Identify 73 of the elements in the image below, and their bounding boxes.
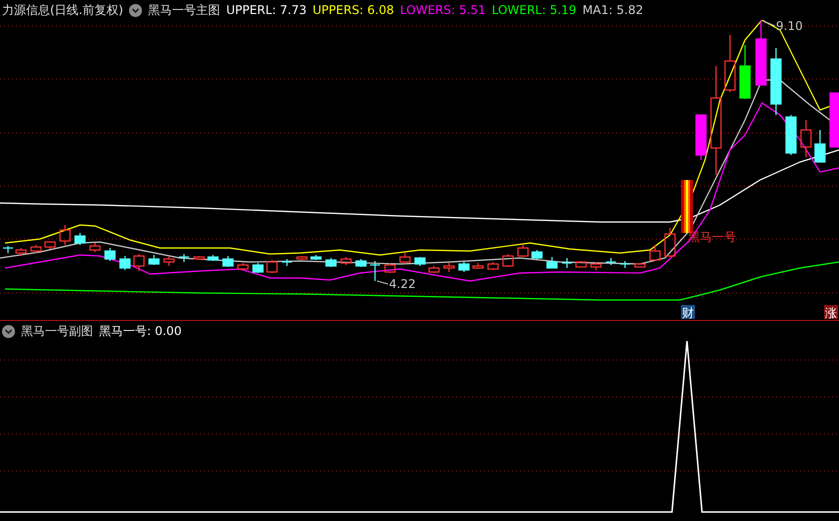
indicator-value: LOWERS: 5.51 [400,3,486,17]
candlestick [89,243,101,252]
signal-bar [681,180,693,233]
candlestick [207,255,219,261]
candlestick [724,35,736,92]
candlestick [74,233,86,245]
candlestick [562,258,572,268]
candlestick [695,114,707,160]
candlestick [163,256,175,266]
price-annotation: 4.22 [389,277,416,291]
candlestick [310,255,322,260]
indicator-value: UPPERS: 6.08 [312,3,394,17]
event-badge: 财 [681,305,695,320]
candlestick [355,259,367,267]
candlestick [487,262,499,270]
candlestick [282,259,292,266]
dropdown-icon[interactable] [129,4,142,16]
candlestick [325,258,337,267]
candlestick [606,258,616,265]
candlestick [829,92,839,148]
candlestick [755,20,767,86]
candlestick [472,263,484,269]
candlestick [193,256,205,260]
candlestick [443,263,455,272]
candlestick [414,257,426,266]
candlestick [30,245,42,253]
indicator-name: 黑马一号主图 [148,2,220,18]
candlestick [739,45,751,99]
candlestick [370,261,380,281]
stock-title: 力源信息(日线.前复权) [2,2,124,18]
candlestick [3,246,13,253]
indicator-value: LOWERL: 5.19 [492,3,576,17]
candlestick [664,228,676,257]
candlestick [104,248,116,261]
candlestick [649,245,661,261]
candlestick [399,253,411,264]
candlestick [119,256,131,270]
candlestick [634,263,646,268]
candlestick [266,260,278,273]
candlestick [502,254,514,267]
dropdown-icon[interactable] [2,324,15,338]
candlestick [237,263,249,270]
indicator-value: UPPERL: 7.73 [226,3,307,17]
candlestick [770,48,782,115]
candlestick [785,115,797,155]
candlestick [44,241,56,249]
indicator-name: 黑马一号副图 [21,322,93,340]
candlestick [800,120,812,157]
candlestick [814,130,826,163]
leader-line [762,20,776,26]
candlestick [590,262,602,270]
candlestick [384,263,396,273]
candlestick [517,245,529,257]
indicator-value: 黑马一号: 0.00 [99,322,182,340]
candlestick [133,254,145,271]
candlestick [340,257,352,265]
candlestick [179,254,189,262]
candlestick [296,256,308,260]
candlestick [428,266,440,273]
candlestick [148,255,160,265]
candlestick [546,257,558,269]
candlestick [252,263,264,273]
candlestick [222,256,234,267]
candlestick [59,225,71,245]
indicator-value: MA1: 5.82 [582,3,644,17]
candlestick [15,248,27,256]
candlestick [531,250,543,259]
price-annotation: 9.10 [776,20,803,33]
leader-line [376,280,388,284]
candlestick [458,262,470,272]
candlestick [620,261,630,268]
candlestick [575,261,587,268]
event-badge: 涨 [824,305,838,320]
